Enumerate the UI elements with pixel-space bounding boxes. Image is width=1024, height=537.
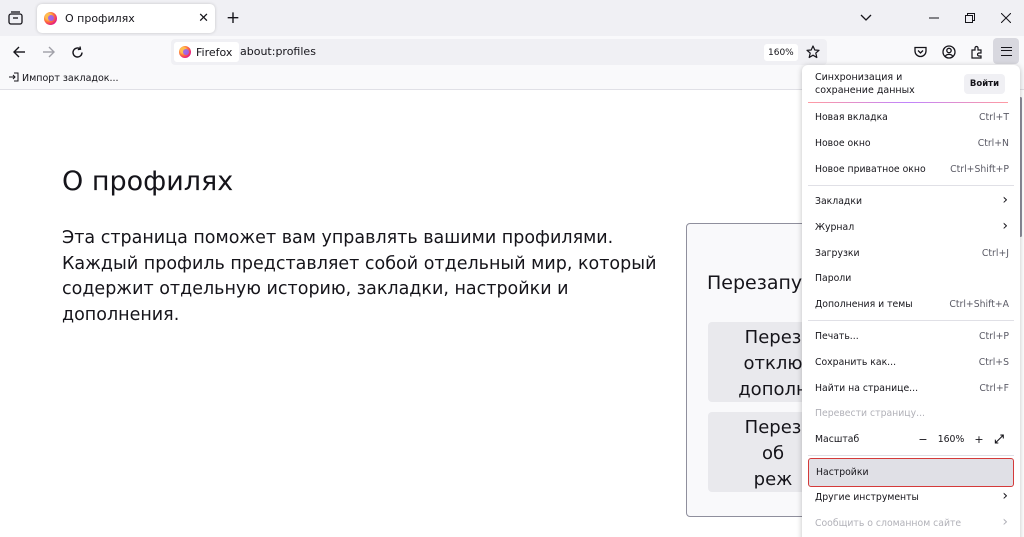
menu-item-label: Новое окно bbox=[815, 138, 871, 149]
menu-item-shortcut: Ctrl+S bbox=[978, 357, 1009, 368]
menu-item-new-tab[interactable]: Новая вкладка Ctrl+T bbox=[808, 105, 1014, 130]
menu-item-label: Найти на странице... bbox=[815, 383, 919, 394]
chevron-right-icon: › bbox=[1002, 192, 1008, 208]
zoom-badge[interactable]: 160% bbox=[764, 44, 798, 61]
minimize-icon[interactable] bbox=[925, 9, 943, 27]
menu-item-find-in-page[interactable]: Найти на странице... Ctrl+F bbox=[808, 376, 1014, 401]
description-line: содержит отдельную историю, закладки, на… bbox=[62, 279, 569, 325]
url-text[interactable]: about:profiles bbox=[240, 45, 316, 58]
menu-item-shortcut: Ctrl+Shift+A bbox=[949, 299, 1009, 310]
page-description: Эта страница поможет вам управлять вашим… bbox=[62, 226, 672, 328]
menu-item-shortcut: Ctrl+Shift+P bbox=[950, 164, 1009, 175]
menu-item-save-as[interactable]: Сохранить как... Ctrl+S bbox=[808, 350, 1014, 375]
menu-item-label: Пароли bbox=[815, 273, 852, 284]
menu-item-label: Журнал bbox=[815, 222, 855, 233]
account-icon[interactable] bbox=[939, 42, 959, 62]
description-line: Эта страница поможет вам управлять вашим… bbox=[62, 228, 614, 248]
menu-item-bookmarks[interactable]: Закладки › bbox=[808, 189, 1014, 214]
hamburger-icon bbox=[1000, 46, 1012, 56]
menu-separator bbox=[808, 455, 1014, 456]
identity-label: Firefox bbox=[196, 45, 233, 59]
tab-strip: О профилях ✕ + bbox=[0, 0, 1024, 36]
reload-icon[interactable] bbox=[67, 42, 87, 62]
menu-item-translate-page: Перевести страницу... bbox=[808, 401, 1014, 426]
menu-item-label: Сохранить как... bbox=[815, 357, 897, 368]
firefox-logo-icon bbox=[44, 12, 57, 25]
app-menu-panel: Синхронизация и сохранение данных Войти … bbox=[802, 65, 1020, 537]
zoom-out-button[interactable]: − bbox=[914, 433, 932, 446]
menu-item-settings[interactable]: Настройки bbox=[808, 458, 1014, 487]
menu-item-label: Загрузки bbox=[815, 248, 860, 259]
tab-title: О профилях bbox=[65, 12, 135, 25]
tab-about-profiles[interactable]: О профилях ✕ bbox=[37, 4, 215, 33]
menu-item-passwords[interactable]: Пароли bbox=[808, 266, 1014, 291]
sync-divider bbox=[808, 102, 1008, 103]
menu-item-label: Закладки bbox=[815, 196, 862, 207]
page-title: О профилях bbox=[62, 166, 234, 197]
menu-item-label: Перевести страницу... bbox=[815, 408, 925, 419]
chevron-right-icon: › bbox=[1002, 488, 1008, 504]
zoom-controls: − 160% + ⤢ bbox=[914, 432, 1010, 447]
menu-item-shortcut: Ctrl+N bbox=[977, 138, 1009, 149]
app-menu-button[interactable] bbox=[993, 38, 1019, 64]
extensions-icon[interactable] bbox=[967, 42, 987, 62]
menu-item-history[interactable]: Журнал › bbox=[808, 215, 1014, 240]
menu-item-downloads[interactable]: Загрузки Ctrl+J bbox=[808, 241, 1014, 266]
restore-icon[interactable] bbox=[961, 9, 979, 27]
description-line: Каждый профиль представляет собой отдель… bbox=[62, 253, 657, 274]
url-bar[interactable]: Firefox about:profiles 160% bbox=[171, 39, 827, 65]
restart-card-heading: Перезапу bbox=[707, 272, 803, 294]
menu-item-report-broken-site: Сообщить о сломанном сайте › bbox=[808, 511, 1014, 536]
menu-item-label: Печать... bbox=[815, 331, 859, 342]
menu-item-shortcut: Ctrl+P bbox=[979, 331, 1009, 342]
menu-item-label: Сообщить о сломанном сайте bbox=[815, 518, 962, 529]
menu-item-print[interactable]: Печать... Ctrl+P bbox=[808, 324, 1014, 349]
new-tab-button[interactable]: + bbox=[224, 8, 242, 28]
menu-item-label: Новое приватное окно bbox=[815, 164, 926, 175]
menu-item-shortcut: Ctrl+F bbox=[979, 383, 1009, 394]
menu-item-label: Новая вкладка bbox=[815, 112, 888, 123]
firefox-logo-icon bbox=[179, 46, 191, 58]
forward-icon bbox=[38, 42, 58, 62]
close-window-icon[interactable] bbox=[997, 9, 1015, 27]
menu-item-new-window[interactable]: Новое окно Ctrl+N bbox=[808, 131, 1014, 156]
pocket-icon[interactable] bbox=[910, 42, 930, 62]
menu-item-shortcut: Ctrl+T bbox=[978, 112, 1009, 123]
identity-box[interactable]: Firefox bbox=[174, 42, 240, 62]
import-bookmarks-label: Импорт закладок... bbox=[22, 73, 119, 84]
sync-text-line: сохранение данных bbox=[815, 85, 915, 96]
menu-item-more-tools[interactable]: Другие инструменты › bbox=[808, 485, 1014, 510]
menu-separator bbox=[808, 320, 1014, 321]
menu-item-zoom: Масштаб − 160% + ⤢ bbox=[808, 427, 1014, 452]
back-icon[interactable] bbox=[9, 42, 29, 62]
chevron-right-icon: › bbox=[1002, 218, 1008, 234]
menu-item-label: Дополнения и темы bbox=[815, 299, 913, 310]
import-icon bbox=[9, 72, 19, 85]
menu-item-label: Настройки bbox=[816, 467, 869, 478]
menu-item-label: Масштаб bbox=[815, 434, 860, 445]
menu-item-label: Другие инструменты bbox=[815, 492, 919, 503]
menu-item-new-private-window[interactable]: Новое приватное окно Ctrl+Shift+P bbox=[808, 157, 1014, 182]
sync-text: Синхронизация и сохранение данных bbox=[815, 71, 915, 97]
firefox-view-icon[interactable] bbox=[7, 10, 24, 26]
zoom-in-button[interactable]: + bbox=[970, 433, 988, 446]
sync-text-line: Синхронизация и bbox=[815, 72, 903, 83]
import-bookmarks-button[interactable]: Импорт закладок... bbox=[9, 72, 119, 85]
fullscreen-icon[interactable]: ⤢ bbox=[988, 432, 1010, 447]
menu-item-shortcut: Ctrl+J bbox=[981, 248, 1009, 259]
zoom-reset-button[interactable]: 160% bbox=[932, 434, 970, 445]
bookmark-star-icon[interactable] bbox=[804, 43, 822, 61]
sign-in-button[interactable]: Войти bbox=[964, 74, 1005, 94]
sync-section: Синхронизация и сохранение данных Войти bbox=[802, 65, 1020, 103]
list-all-tabs-icon[interactable] bbox=[857, 9, 875, 27]
chevron-right-icon: › bbox=[1002, 514, 1008, 530]
close-tab-icon[interactable]: ✕ bbox=[198, 11, 209, 26]
nav-bar: Firefox about:profiles 160% bbox=[0, 36, 1024, 68]
menu-separator bbox=[808, 185, 1014, 186]
menu-item-addons[interactable]: Дополнения и темы Ctrl+Shift+A bbox=[808, 292, 1014, 317]
